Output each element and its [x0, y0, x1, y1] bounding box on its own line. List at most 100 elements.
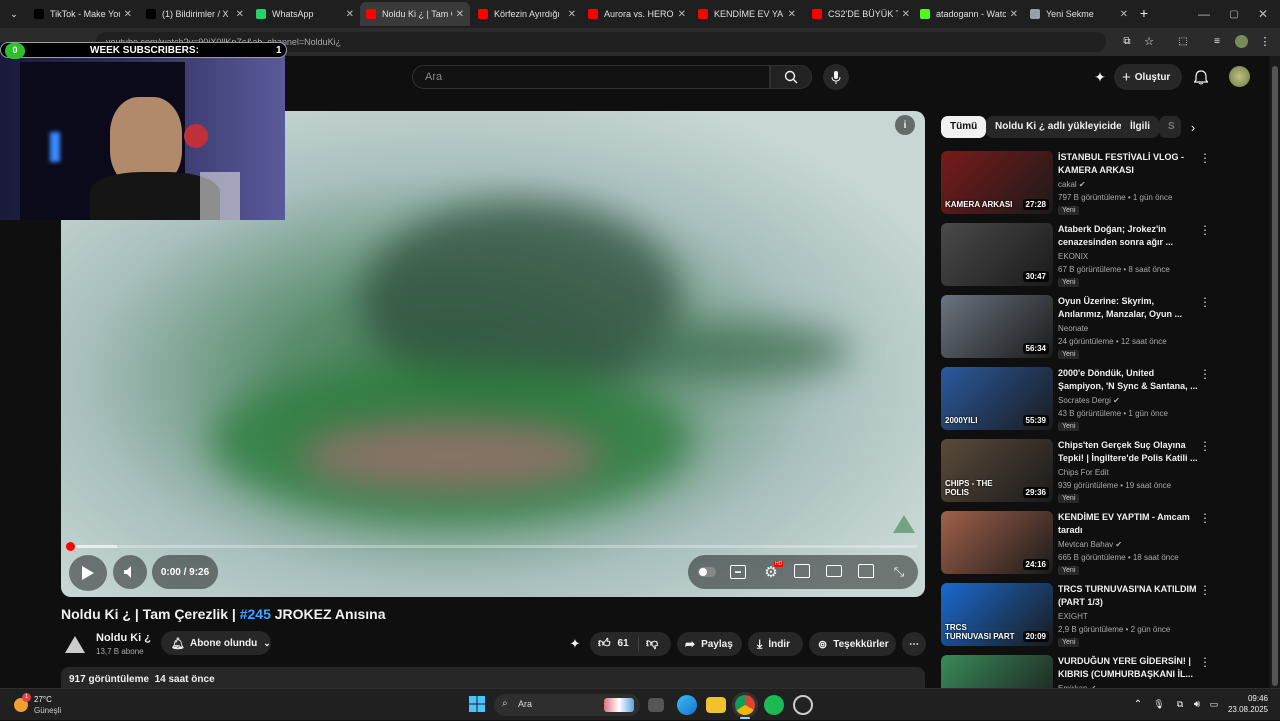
browser-tab[interactable]: TikTok - Make Your ✕ — [28, 2, 138, 26]
rec-more-icon[interactable]: ⋮ — [1199, 439, 1211, 453]
maximize-icon[interactable]: ▢ — [1226, 6, 1242, 22]
subscribe-button[interactable]: 🔔︎ Abone olundu ⌄ — [161, 631, 271, 655]
voice-search-button[interactable] — [823, 64, 849, 90]
battery-icon[interactable]: ▭ — [1207, 697, 1221, 711]
recommendation-item[interactable]: TRCS TURNUVASI PART 20:09 TRCS TURNUVASI'N… — [941, 583, 1211, 649]
rec-more-icon[interactable]: ⋮ — [1199, 583, 1211, 597]
progress-scrubber[interactable] — [66, 542, 75, 551]
chevron-right-icon[interactable]: › — [1184, 118, 1202, 136]
tab-close-icon[interactable]: ✕ — [678, 9, 686, 20]
browser-tab[interactable]: (1) Bildirimler / X ✕ — [140, 2, 250, 26]
minimize-icon[interactable]: — — [1196, 6, 1212, 22]
rec-title[interactable]: TRCS TURNUVASI'NA KATILDIM (PART 1/3) — [1058, 583, 1198, 609]
rec-more-icon[interactable]: ⋮ — [1199, 151, 1211, 165]
channel-name[interactable]: Noldu Ki ¿ — [96, 632, 151, 644]
tab-close-icon[interactable]: ✕ — [568, 9, 576, 20]
rec-channel[interactable]: EXIGHT — [1058, 612, 1088, 621]
rec-more-icon[interactable]: ⋮ — [1199, 295, 1211, 309]
thanks-button[interactable]: ⊚ Teşekkürler — [809, 632, 896, 656]
tab-close-icon[interactable]: ✕ — [788, 9, 796, 20]
browser-tab[interactable]: Noldu Ki ¿ | Tam Ç ✕ — [360, 2, 470, 26]
recommendation-item[interactable]: 24:16 KENDİME EV YAPTIM - Amcam taradı Mev… — [941, 511, 1211, 577]
autoplay-toggle[interactable] — [698, 567, 716, 577]
start-button[interactable] — [468, 695, 488, 715]
profile-avatar[interactable] — [1235, 35, 1248, 48]
rec-channel[interactable]: Chips For Edit — [1058, 468, 1109, 477]
rec-more-icon[interactable]: ⋮ — [1199, 655, 1211, 669]
rec-thumbnail[interactable]: TRCS TURNUVASI PART 20:09 — [941, 583, 1053, 646]
fullscreen-icon[interactable]: ⤡ — [890, 563, 908, 581]
chip-uploader[interactable]: Noldu Ki ¿ adlı yükleyiciden — [986, 116, 1137, 138]
hashtag-link[interactable]: #245 — [240, 606, 271, 622]
chip-all[interactable]: Tümü — [941, 116, 987, 138]
rec-more-icon[interactable]: ⋮ — [1199, 511, 1211, 525]
dislike-button[interactable]: 👎︎ — [646, 636, 658, 651]
browser-tab[interactable]: atadogann - Watc ✕ — [914, 2, 1024, 26]
rec-thumbnail[interactable]: CHIPS - THE POLIS 29:36 — [941, 439, 1053, 502]
chrome-icon[interactable] — [735, 695, 755, 715]
channel-avatar[interactable] — [64, 633, 86, 655]
speaker-icon[interactable]: 🔊︎ — [1190, 697, 1204, 711]
volume-button[interactable] — [113, 555, 147, 589]
rec-title[interactable]: Ataberk Doğan; Jrokez'in cenazesinden so… — [1058, 223, 1198, 249]
subtitles-icon[interactable]: ▬ — [730, 565, 746, 579]
recommendation-item[interactable]: KAMERA ARKASI 27:28 İSTANBUL FESTİVALİ VLO… — [941, 151, 1211, 217]
new-tab-icon[interactable]: + — [1136, 5, 1152, 21]
description-box[interactable]: 917 görüntüleme 14 saat önce — [61, 667, 925, 689]
more-actions-button[interactable]: ⋯ — [902, 632, 926, 656]
install-app-icon[interactable]: ⧉ — [1120, 34, 1134, 48]
search-input[interactable]: Ara — [412, 65, 770, 89]
obs-icon[interactable] — [793, 695, 813, 715]
download-button[interactable]: ⤓ İndir — [748, 632, 803, 656]
tab-close-icon[interactable]: ✕ — [456, 9, 464, 20]
rec-title[interactable]: KENDİME EV YAPTIM - Amcam taradı — [1058, 511, 1198, 537]
rec-title[interactable]: Oyun Üzerine: Skyrim, Anılarımız, Manzal… — [1058, 295, 1198, 321]
tab-close-icon[interactable]: ✕ — [236, 9, 244, 20]
weather-widget[interactable]: 1 27°C Güneşli — [12, 693, 82, 717]
premium-icon[interactable]: ✦ — [1090, 67, 1110, 87]
spotify-icon[interactable] — [764, 695, 784, 715]
miniplayer-icon[interactable] — [794, 564, 810, 578]
task-view-icon[interactable] — [648, 698, 664, 712]
extensions-icon[interactable]: ⬚ — [1176, 34, 1190, 48]
browser-tab[interactable]: Yeni Sekme ✕ — [1024, 2, 1134, 26]
rec-channel[interactable]: Socrates Dergi ✔︎ — [1058, 396, 1120, 405]
search-button[interactable] — [770, 65, 812, 89]
chip-related[interactable]: İlgili — [1121, 116, 1159, 138]
rec-more-icon[interactable]: ⋮ — [1199, 367, 1211, 381]
user-avatar[interactable] — [1229, 66, 1250, 87]
tab-close-icon[interactable]: ✕ — [902, 9, 910, 20]
rec-channel[interactable]: Neonate — [1058, 324, 1088, 333]
rec-thumbnail[interactable]: 24:16 — [941, 511, 1053, 574]
notifications-bell-icon[interactable] — [1190, 66, 1212, 88]
video-info-icon[interactable]: i — [895, 115, 915, 135]
bookmark-star-icon[interactable]: ☆ — [1142, 34, 1156, 48]
tab-close-icon[interactable]: ✕ — [1010, 9, 1018, 20]
rec-thumbnail[interactable]: 2000YILI 55:39 — [941, 367, 1053, 430]
tray-chevron-icon[interactable]: ⌃ — [1132, 697, 1144, 711]
rec-title[interactable]: VURDUĞUN YERE GİDERSİN! | KIBRIS (CUMHUR… — [1058, 655, 1198, 681]
cast-icon[interactable] — [858, 564, 874, 578]
media-controls-icon[interactable]: ≡ — [1210, 34, 1224, 48]
microphone-tray-icon[interactable]: 🎙︎ — [1153, 697, 1165, 711]
recommendation-item[interactable]: 56:34 Oyun Üzerine: Skyrim, Anılarımız, M… — [941, 295, 1211, 361]
rec-title[interactable]: İSTANBUL FESTİVALİ VLOG - KAMERA ARKASI — [1058, 151, 1198, 177]
recommendation-item[interactable]: 2000YILI 55:39 2000'e Döndük, United Şampi… — [941, 367, 1211, 433]
theater-mode-icon[interactable] — [826, 565, 842, 577]
edge-icon[interactable] — [677, 695, 697, 715]
rec-more-icon[interactable]: ⋮ — [1199, 223, 1211, 237]
clock-time[interactable]: 09:46 — [1238, 694, 1268, 703]
browser-tab[interactable]: Aurora vs. HEROI ✕ — [582, 2, 692, 26]
network-icon[interactable]: ⧉ — [1173, 697, 1187, 711]
tab-close-icon[interactable]: ✕ — [346, 9, 354, 20]
rec-channel[interactable]: cakal ✔︎ — [1058, 180, 1086, 189]
rec-thumbnail[interactable]: KAMERA ARKASI 27:28 — [941, 151, 1053, 214]
chip-more[interactable]: S — [1159, 116, 1181, 138]
rec-channel[interactable]: Mevtcan Bahav ✔︎ — [1058, 540, 1122, 549]
rec-channel[interactable]: EKONIX — [1058, 252, 1088, 261]
tab-search-icon[interactable]: ⌄ — [6, 6, 22, 22]
create-button[interactable]: + Oluştur — [1114, 64, 1182, 90]
rec-thumbnail[interactable]: 30:47 — [941, 223, 1053, 286]
recommendation-item[interactable]: CHIPS - THE POLIS 29:36 Chips'ten Gerçek S… — [941, 439, 1211, 505]
play-button[interactable] — [69, 555, 107, 591]
